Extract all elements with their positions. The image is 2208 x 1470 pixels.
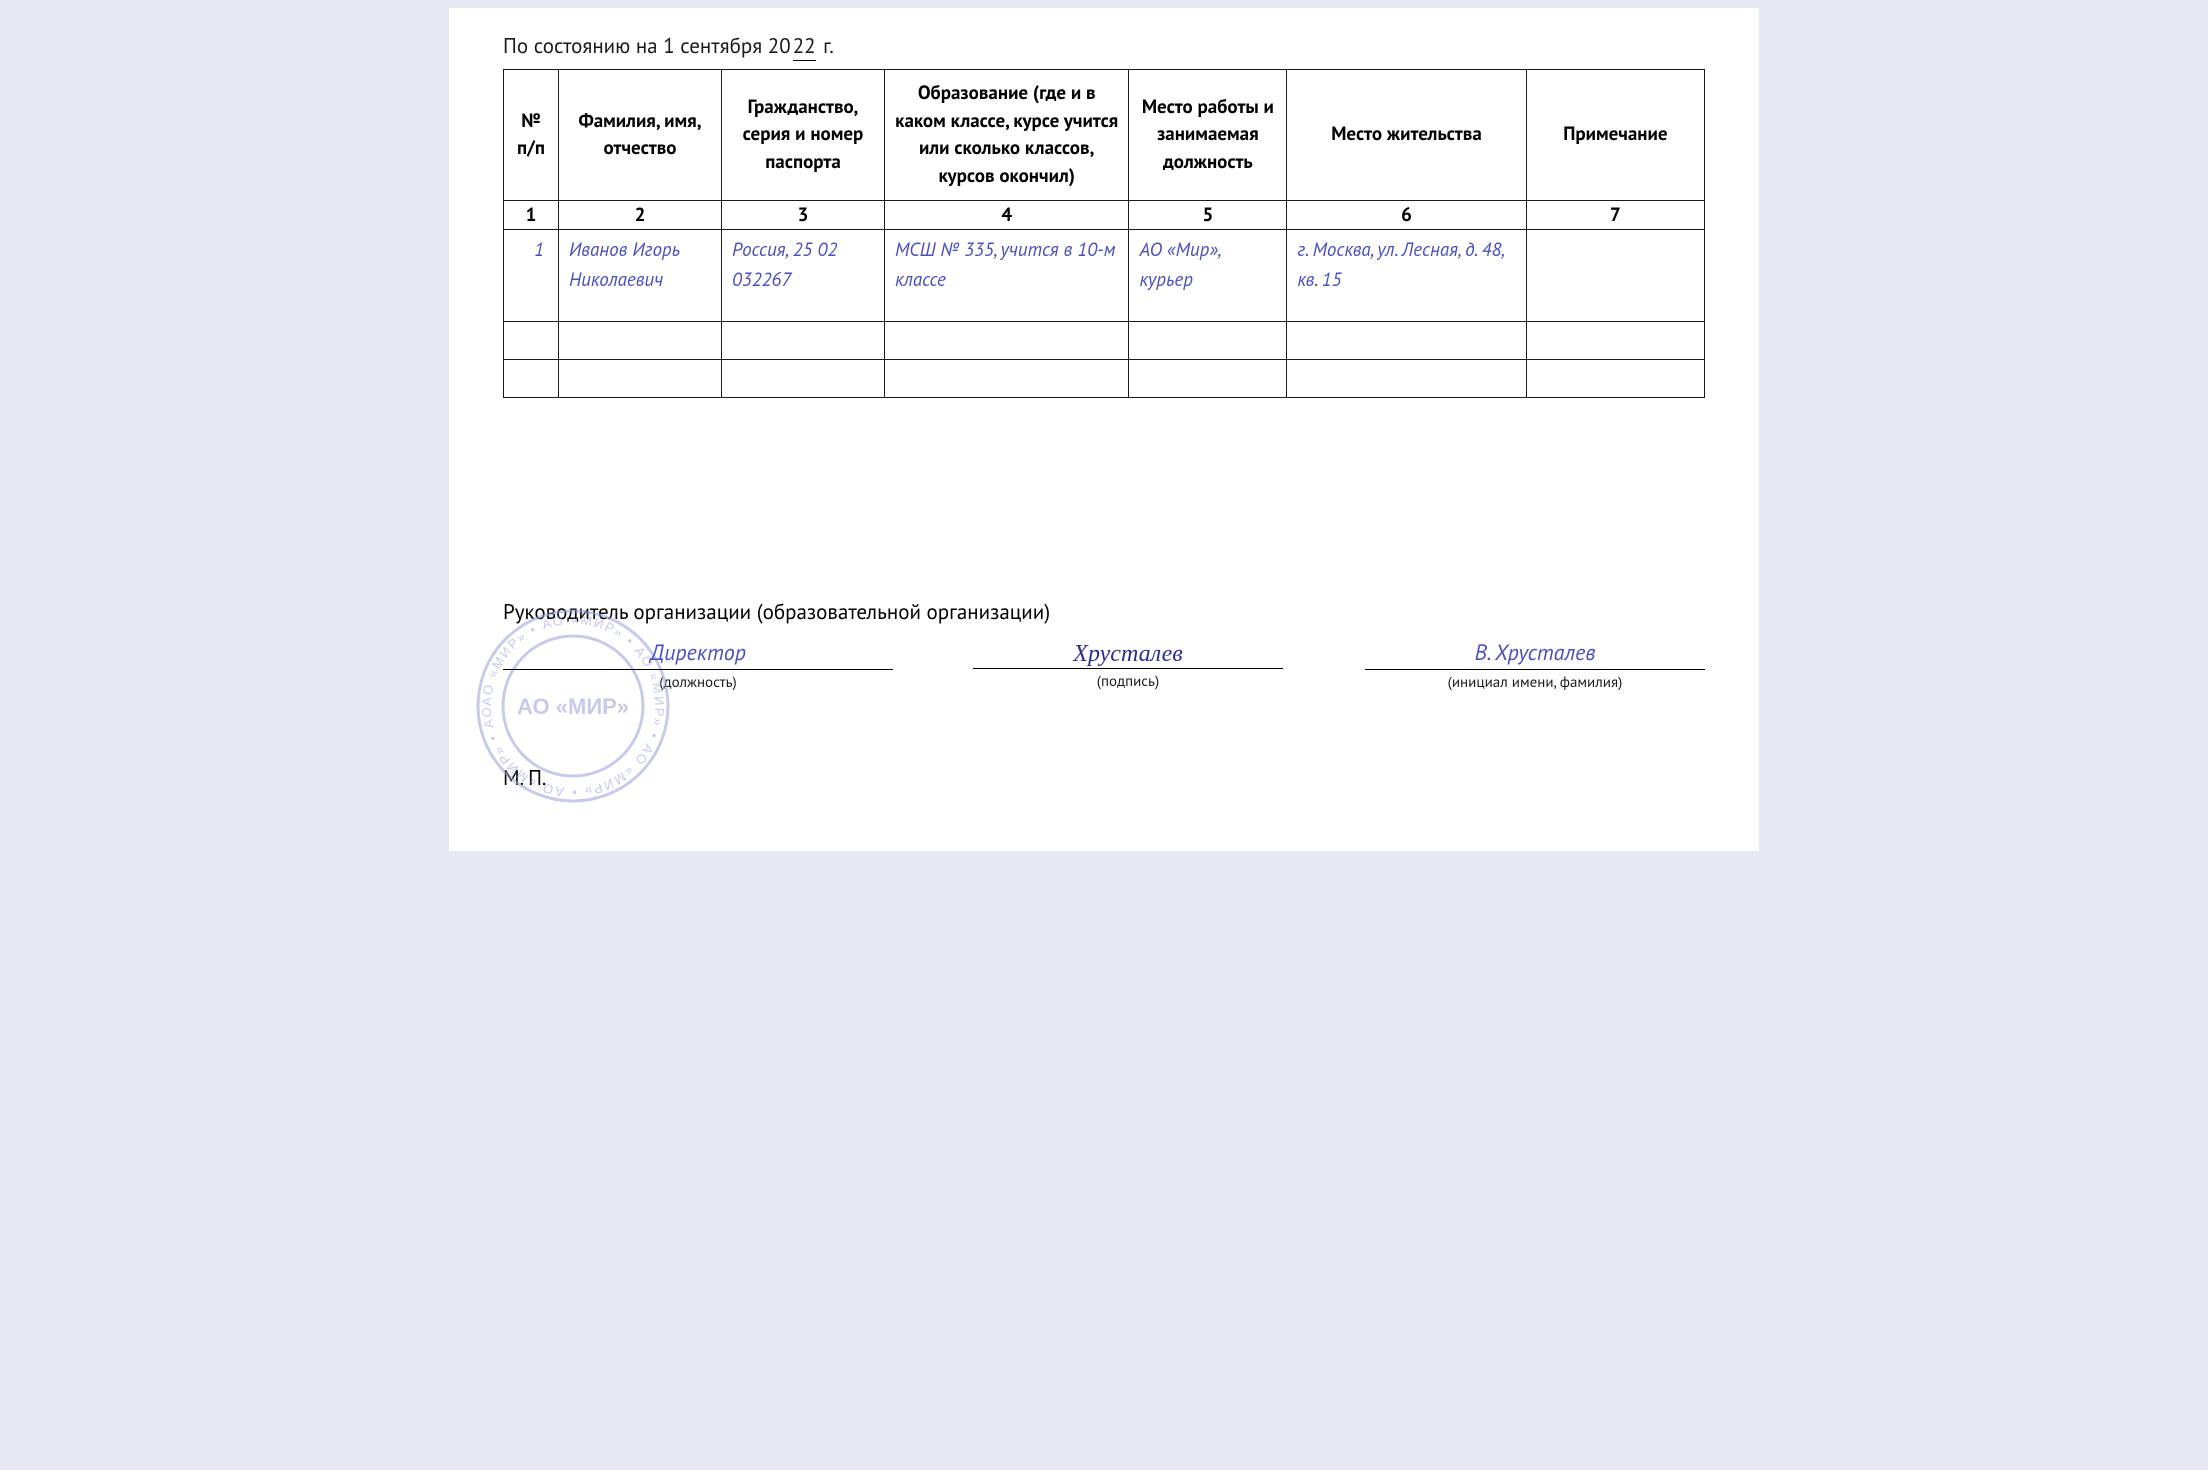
- header-passport: Гражданство, серия и номер паспорта: [721, 70, 884, 201]
- colnum: 7: [1526, 201, 1704, 230]
- mp-label: М. П.: [503, 764, 1705, 791]
- header-address: Место жительства: [1287, 70, 1526, 201]
- asof-prefix: По состоянию на 1 сентября 20: [503, 32, 791, 59]
- signature-label: (подпись): [1097, 672, 1159, 691]
- signature-script: Хрусталев: [1073, 641, 1182, 668]
- name-value: В. Хрусталев: [1365, 639, 1705, 670]
- colnum: 1: [504, 201, 559, 230]
- header-fio: Фамилия, имя, отчество: [559, 70, 722, 201]
- colnum: 2: [559, 201, 722, 230]
- table-row-empty: [504, 360, 1705, 398]
- header-job: Место работы и занимаемая должность: [1129, 70, 1287, 201]
- header-education: Образование (где и в каком классе, курсе…: [884, 70, 1128, 201]
- cell-job: АО «Мир», курьер: [1129, 230, 1287, 322]
- position-value: Директор: [503, 639, 893, 670]
- cell-fio: Иванов Игорь Николаевич: [559, 230, 722, 322]
- signature-section: АО «МИР» • АО «МИР» • АО «МИР» • АО «МИР…: [503, 598, 1705, 791]
- cell-note: [1526, 230, 1704, 322]
- signature-row: Директор (должность) Хрусталев (подпись)…: [503, 639, 1705, 692]
- signature-value: Хрусталев: [973, 639, 1283, 669]
- document-page: По состоянию на 1 сентября 2022 г. № п/п…: [449, 8, 1759, 851]
- name-label: (инициал имени, фамилия): [1448, 673, 1623, 692]
- cell-address: г. Москва, ул. Лесная, д. 48, кв. 15: [1287, 230, 1526, 322]
- signature-block: Хрусталев (подпись): [973, 639, 1283, 692]
- head-org-line: Руководитель организации (образовательно…: [503, 598, 1705, 625]
- main-table: № п/п Фамилия, имя, отчество Гражданство…: [503, 69, 1705, 398]
- asof-year: 22: [793, 32, 816, 61]
- table-row: 1 Иванов Игорь Николаевич Россия, 25 02 …: [504, 230, 1705, 322]
- position-block: Директор (должность): [503, 639, 893, 692]
- table-row-empty: [504, 322, 1705, 360]
- header-note: Примечание: [1526, 70, 1704, 201]
- cell-education: МСШ № 335, учится в 10-м классе: [884, 230, 1128, 322]
- as-of-line: По состоянию на 1 сентября 2022 г.: [503, 32, 1705, 59]
- stamp-center-text: АО «МИР»: [517, 694, 629, 719]
- cell-passport: Россия, 25 02 032267: [721, 230, 884, 322]
- table-colnum-row: 1 2 3 4 5 6 7: [504, 201, 1705, 230]
- colnum: 3: [721, 201, 884, 230]
- position-label: (должность): [659, 673, 737, 692]
- colnum: 6: [1287, 201, 1526, 230]
- colnum: 5: [1129, 201, 1287, 230]
- cell-num: 1: [504, 230, 559, 322]
- header-num: № п/п: [504, 70, 559, 201]
- table-header-row: № п/п Фамилия, имя, отчество Гражданство…: [504, 70, 1705, 201]
- name-block: В. Хрусталев (инициал имени, фамилия): [1365, 639, 1705, 692]
- asof-suffix: г.: [818, 32, 834, 59]
- colnum: 4: [884, 201, 1128, 230]
